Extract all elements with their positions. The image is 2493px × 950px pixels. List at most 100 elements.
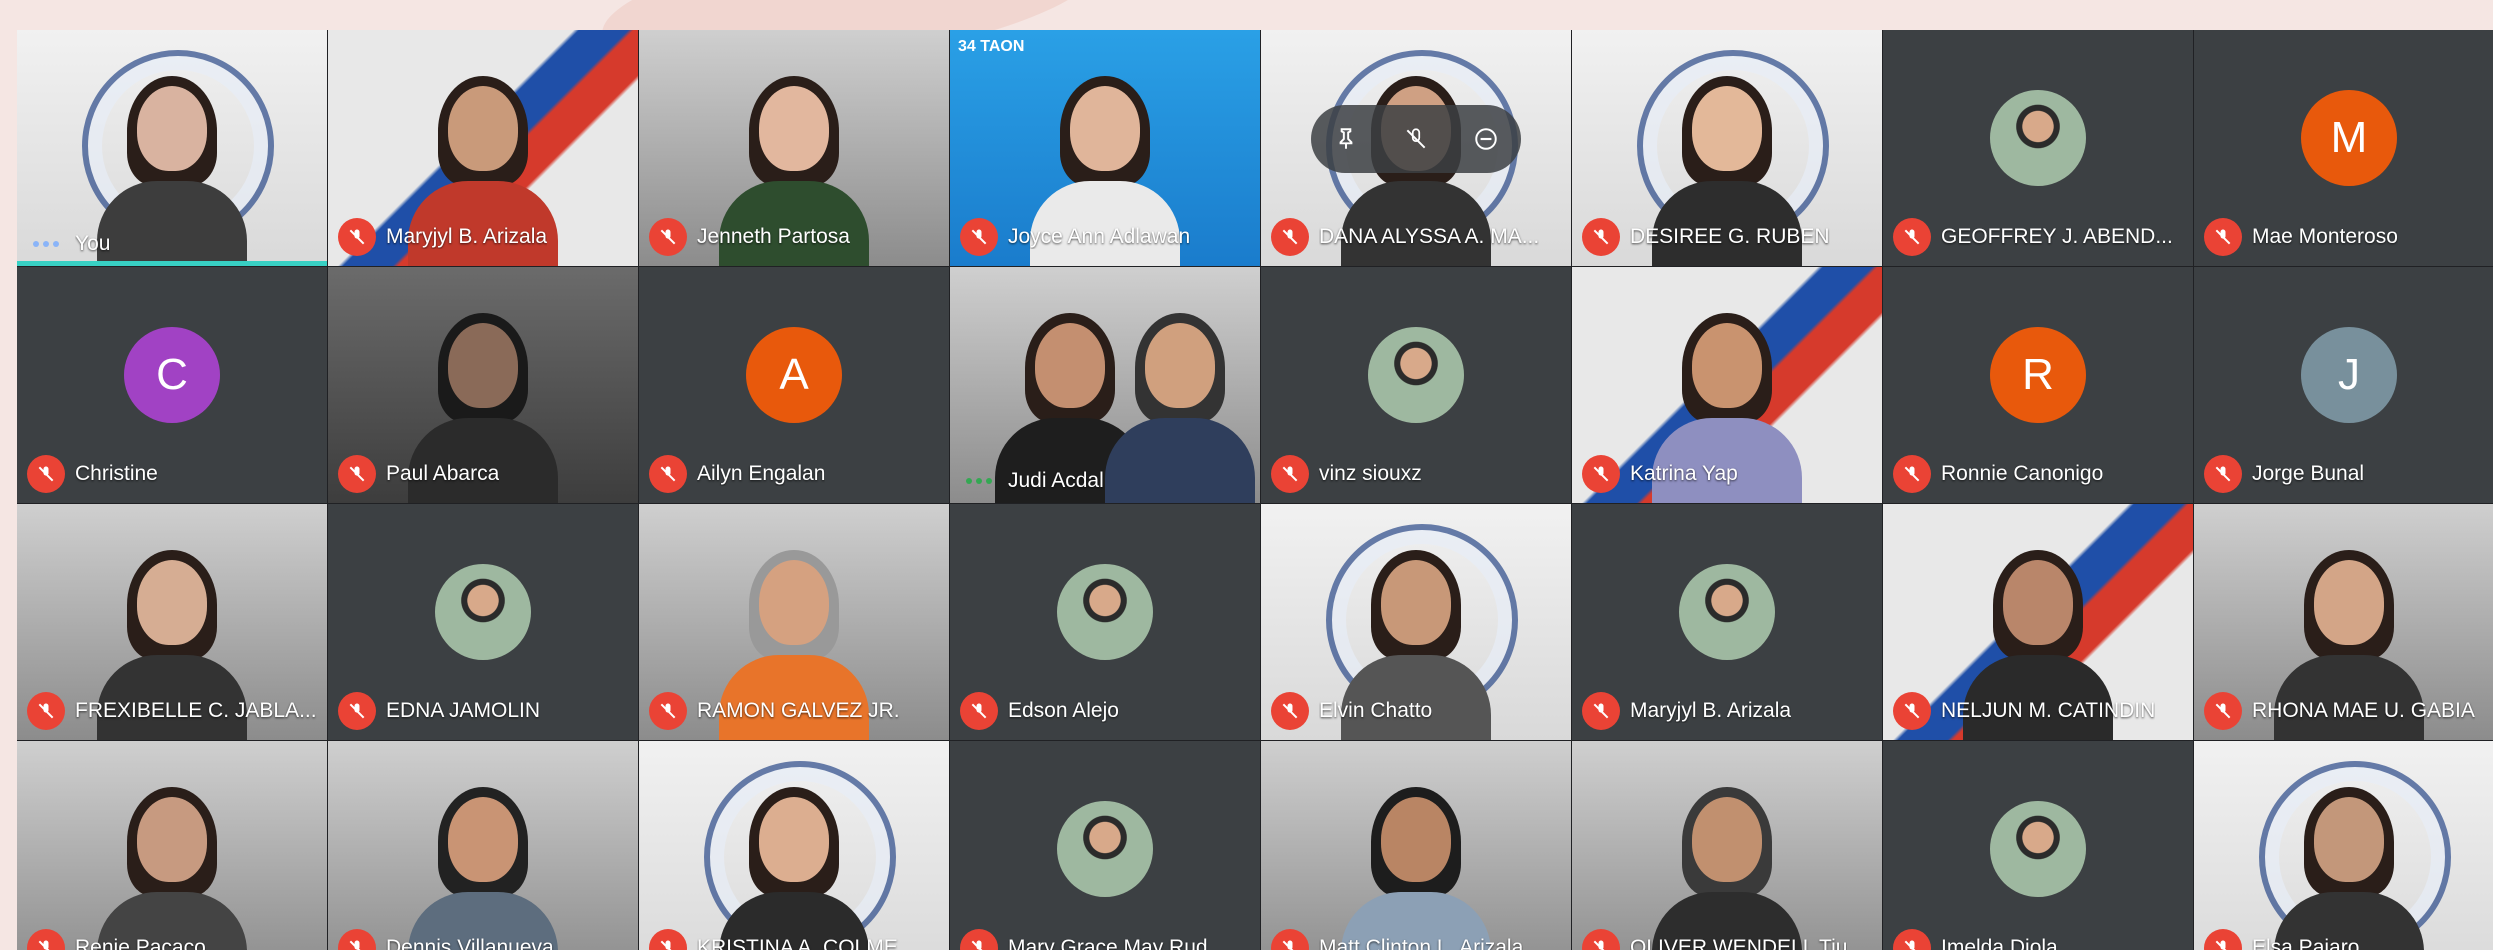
participant-label: Imelda Diola bbox=[1893, 929, 2185, 950]
mic-off-icon bbox=[1271, 692, 1309, 730]
mic-off-icon bbox=[1893, 218, 1931, 256]
avatar: R bbox=[1990, 327, 2086, 423]
avatar bbox=[1679, 564, 1775, 660]
participant-label: Edson Alejo bbox=[960, 692, 1252, 730]
participant-tile[interactable]: Maryjyl B. Arizala bbox=[1572, 504, 1882, 740]
mic-off-icon bbox=[649, 218, 687, 256]
participant-label: RHONA MAE U. GABIA bbox=[2204, 692, 2493, 730]
avatar: C bbox=[124, 327, 220, 423]
participant-tile[interactable]: DESIREE G. RUBEN bbox=[1572, 30, 1882, 266]
participant-label: OLIVER WENDELL Tiu bbox=[1582, 929, 1874, 950]
participant-video bbox=[1652, 787, 1802, 950]
avatar bbox=[1990, 90, 2086, 186]
participant-label: DESIREE G. RUBEN bbox=[1582, 218, 1874, 256]
pin-icon[interactable] bbox=[1326, 119, 1366, 159]
participant-label: Matt Clinton L. Arizala bbox=[1271, 929, 1563, 950]
mic-off-icon bbox=[27, 692, 65, 730]
participant-tile[interactable]: KRISTINA A. COLME... bbox=[639, 741, 949, 950]
participant-tile[interactable]: 34 TAON Joyce Ann Adlawan bbox=[950, 30, 1260, 266]
participant-label: Joyce Ann Adlawan bbox=[960, 218, 1252, 256]
mic-off-icon bbox=[649, 692, 687, 730]
participant-name: Mae Monteroso bbox=[2252, 225, 2398, 248]
mic-off-icon bbox=[1271, 455, 1309, 493]
participant-name: Elvin Chatto bbox=[1319, 699, 1433, 722]
participant-tile[interactable]: GEOFFREY J. ABEND... bbox=[1883, 30, 2193, 266]
avatar bbox=[1368, 327, 1464, 423]
participant-tile[interactable]: Mary Grace May Rud... bbox=[950, 741, 1260, 950]
participant-name: Jorge Bunal bbox=[2252, 462, 2365, 485]
mute-participant-icon[interactable] bbox=[1396, 119, 1436, 159]
mic-off-icon bbox=[1271, 218, 1309, 256]
participant-tile[interactable]: OLIVER WENDELL Tiu bbox=[1572, 741, 1882, 950]
participant-tile[interactable]: Elvin Chatto bbox=[1261, 504, 1571, 740]
participant-tile[interactable]: FREXIBELLE C. JABLA... bbox=[17, 504, 327, 740]
participant-tile[interactable]: C Christine bbox=[17, 267, 327, 503]
virtual-background-banner: 34 TAON bbox=[958, 38, 1025, 55]
participant-label: You bbox=[27, 232, 319, 256]
participant-label: Jenneth Partosa bbox=[649, 218, 941, 256]
participant-tile[interactable]: Judi Acdal bbox=[950, 267, 1260, 503]
participant-tile[interactable]: Renie Pacaco bbox=[17, 741, 327, 950]
mic-off-icon bbox=[649, 929, 687, 950]
participant-label: NELJUN M. CATINDIN bbox=[1893, 692, 2185, 730]
participant-name: EDNA JAMOLIN bbox=[386, 699, 541, 722]
avatar bbox=[1057, 801, 1153, 897]
avatar bbox=[435, 564, 531, 660]
participant-name: OLIVER WENDELL Tiu bbox=[1630, 936, 1848, 950]
mic-off-icon bbox=[960, 929, 998, 950]
participant-tile[interactable]: vinz siouxz bbox=[1261, 267, 1571, 503]
participant-label: Dennis Villanueva bbox=[338, 929, 630, 950]
participant-name: Joyce Ann Adlawan bbox=[1008, 225, 1191, 248]
mic-off-icon bbox=[1582, 692, 1620, 730]
remove-participant-icon[interactable] bbox=[1466, 119, 1506, 159]
participant-label: Maryjyl B. Arizala bbox=[1582, 692, 1874, 730]
mic-off-icon bbox=[2204, 929, 2242, 950]
participant-tile[interactable]: RAMON GALVEZ JR. bbox=[639, 504, 949, 740]
participant-label: Mae Monteroso bbox=[2204, 218, 2493, 256]
participant-name: Katrina Yap bbox=[1630, 462, 1738, 485]
participant-tile[interactable]: Katrina Yap bbox=[1572, 267, 1882, 503]
participant-tile-self[interactable]: You bbox=[17, 30, 327, 266]
participant-label: Paul Abarca bbox=[338, 455, 630, 493]
mic-off-icon bbox=[338, 218, 376, 256]
participant-name: RHONA MAE U. GABIA bbox=[2252, 699, 2475, 722]
participant-tile[interactable]: RHONA MAE U. GABIA bbox=[2194, 504, 2493, 740]
participant-label: Judi Acdal bbox=[960, 469, 1252, 493]
participant-tile[interactable]: J Jorge Bunal bbox=[2194, 267, 2493, 503]
participant-label: Mary Grace May Rud... bbox=[960, 929, 1252, 950]
participant-tile[interactable]: Jenneth Partosa bbox=[639, 30, 949, 266]
participant-tile[interactable]: Paul Abarca bbox=[328, 267, 638, 503]
participant-tile[interactable]: R Ronnie Canonigo bbox=[1883, 267, 2193, 503]
participant-tile[interactable]: EDNA JAMOLIN bbox=[328, 504, 638, 740]
participant-label: Jorge Bunal bbox=[2204, 455, 2493, 493]
participant-label: Renie Pacaco bbox=[27, 929, 319, 950]
participant-tile[interactable]: A Ailyn Engalan bbox=[639, 267, 949, 503]
participant-video bbox=[2274, 787, 2424, 950]
participant-label: DANA ALYSSA A. MA... bbox=[1271, 218, 1563, 256]
avatar: M bbox=[2301, 90, 2397, 186]
mic-off-icon bbox=[338, 929, 376, 950]
participant-tile[interactable]: NELJUN M. CATINDIN bbox=[1883, 504, 2193, 740]
participant-name: Jenneth Partosa bbox=[697, 225, 850, 248]
participant-name: Matt Clinton L. Arizala bbox=[1319, 936, 1524, 950]
participant-label: Ronnie Canonigo bbox=[1893, 455, 2185, 493]
participant-tile[interactable]: M Mae Monteroso bbox=[2194, 30, 2493, 266]
participant-tile[interactable]: Dennis Villanueva bbox=[328, 741, 638, 950]
mic-off-icon bbox=[1893, 692, 1931, 730]
participant-tile[interactable]: Maryjyl B. Arizala bbox=[328, 30, 638, 266]
avatar bbox=[1990, 801, 2086, 897]
participant-tile[interactable]: Imelda Diola bbox=[1883, 741, 2193, 950]
participant-name: GEOFFREY J. ABEND... bbox=[1941, 225, 2173, 248]
speaking-indicator-icon bbox=[960, 478, 998, 484]
participant-name: DESIREE G. RUBEN bbox=[1630, 225, 1830, 248]
participant-tile[interactable]: Edson Alejo bbox=[950, 504, 1260, 740]
mic-off-icon bbox=[27, 929, 65, 950]
participant-name: Dennis Villanueva bbox=[386, 936, 554, 950]
participant-video bbox=[408, 787, 558, 950]
mic-off-icon bbox=[27, 455, 65, 493]
participant-tile[interactable]: DANA ALYSSA A. MA... bbox=[1261, 30, 1571, 266]
participant-name: Edson Alejo bbox=[1008, 699, 1119, 722]
tile-hover-controls bbox=[1311, 105, 1521, 173]
participant-tile[interactable]: Elsa Pajaro bbox=[2194, 741, 2493, 950]
participant-tile[interactable]: Matt Clinton L. Arizala bbox=[1261, 741, 1571, 950]
